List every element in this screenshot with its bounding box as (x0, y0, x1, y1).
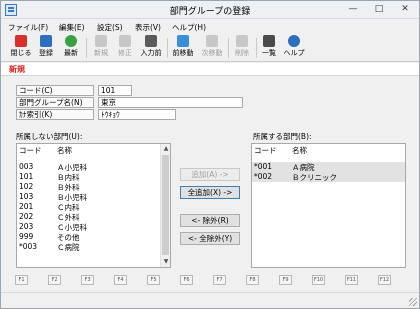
f1-key[interactable]: F1 (15, 275, 28, 285)
close-icon (15, 35, 27, 47)
status-bar (1, 292, 419, 308)
list-item[interactable]: *002 Ｂクリニック (252, 172, 405, 182)
toolbar-separator (228, 38, 229, 58)
list-header: コード 名称 (252, 144, 405, 155)
f11-key[interactable]: F11 (345, 275, 358, 285)
mode-bar: 新規 (1, 63, 419, 76)
down-arrow-icon (206, 35, 218, 47)
help-icon (288, 35, 300, 47)
group-name-input[interactable]: 東京 (98, 97, 243, 108)
list-icon (263, 35, 275, 47)
unassigned-list-label: 所属しない部門(U): (16, 132, 83, 141)
close-window-icon[interactable]: ✕ (393, 1, 417, 18)
toolbar-separator (167, 38, 168, 58)
kana-input[interactable]: ﾄｳｷｮｳ (98, 109, 176, 120)
revert-button[interactable]: 入力前 (138, 35, 164, 61)
edit-button[interactable]: 修正 (113, 35, 137, 61)
resize-grip-icon[interactable] (409, 298, 417, 306)
previous-button[interactable]: 前移動 (170, 35, 196, 61)
list-item[interactable]: *003 Ｃ病院 (17, 242, 170, 252)
mode-label: 新規 (9, 65, 25, 74)
delete-button[interactable]: 削除 (231, 35, 253, 61)
f5-key[interactable]: F5 (147, 275, 160, 285)
remove-all-button[interactable]: <- 全除外(Y) (180, 232, 240, 245)
menu-edit[interactable]: 編集(E) (59, 22, 85, 33)
list-item[interactable]: 103 Ｂ小児科 (17, 192, 170, 202)
column-code: コード (19, 146, 42, 155)
help-button[interactable]: ヘルプ (282, 35, 306, 61)
toolbar-separator (86, 38, 87, 58)
column-name: 名称 (57, 146, 72, 155)
refresh-icon (65, 35, 77, 47)
f9-key[interactable]: F9 (279, 275, 292, 285)
up-arrow-icon (177, 35, 189, 47)
f4-key[interactable]: F4 (114, 275, 127, 285)
kana-label: ｶﾅ索引(K) (16, 109, 94, 120)
list-item[interactable]: 102 Ｂ外科 (17, 182, 170, 192)
list-button[interactable]: 一覧 (259, 35, 279, 61)
edit-icon (119, 35, 131, 47)
function-key-bar: F1 F2 F3 F4 F5 F6 F7 F8 F9 F10 F11 F12 (1, 275, 419, 287)
close-button[interactable]: 閉じる (9, 35, 33, 61)
f7-key[interactable]: F7 (213, 275, 226, 285)
menu-bar: ファイル(F) 編集(E) 設定(S) 表示(V) ヘルプ(H) (1, 20, 419, 33)
remove-button[interactable]: <- 除外(R) (180, 214, 240, 227)
add-button[interactable]: 追加(A) -> (180, 168, 240, 181)
scroll-up-icon[interactable]: ▲ (161, 144, 170, 154)
list-item[interactable]: 203 Ｃ小児科 (17, 222, 170, 232)
menu-settings[interactable]: 設定(S) (97, 22, 123, 33)
assigned-departments-list[interactable]: コード 名称 *001 Ａ病院 *002 Ｂクリニック (251, 143, 406, 268)
list-item[interactable]: 999 その他 (17, 232, 170, 242)
list-item[interactable]: 201 Ｃ内科 (17, 202, 170, 212)
refresh-button[interactable]: 最新 (59, 35, 83, 61)
scroll-thumb[interactable] (162, 155, 169, 255)
maximize-icon[interactable]: □ (367, 1, 391, 18)
undo-icon (145, 35, 157, 47)
menu-file[interactable]: ファイル(F) (8, 22, 48, 33)
app-window: 部門グループの登録 — □ ✕ ファイル(F) 編集(E) 設定(S) 表示(V… (0, 0, 420, 309)
toolbar-separator (256, 38, 257, 58)
f2-key[interactable]: F2 (48, 275, 61, 285)
f8-key[interactable]: F8 (246, 275, 259, 285)
f6-key[interactable]: F6 (180, 275, 193, 285)
column-code: コード (254, 146, 277, 155)
list-item[interactable]: 101 Ｂ内科 (17, 172, 170, 182)
list-header: コード 名称 (17, 144, 170, 155)
new-button[interactable]: 新規 (89, 35, 113, 61)
menu-view[interactable]: 表示(V) (135, 22, 161, 33)
unassigned-departments-list[interactable]: コード 名称 003 Ａ小児科 101 Ｂ内科 102 Ｂ外科 103 Ｂ小児科 201… (16, 143, 171, 268)
title-bar[interactable]: 部門グループの登録 — □ ✕ (1, 1, 419, 19)
list-scrollbar[interactable]: ▲ ▼ (160, 144, 170, 267)
code-input[interactable]: 101 (98, 85, 132, 96)
column-name: 名称 (292, 146, 307, 155)
list-item[interactable]: 202 Ｃ外科 (17, 212, 170, 222)
f12-key[interactable]: F12 (378, 275, 391, 285)
scroll-down-icon[interactable]: ▼ (161, 257, 170, 267)
next-button[interactable]: 次移動 (199, 35, 225, 61)
f3-key[interactable]: F3 (81, 275, 94, 285)
code-label: コード(C) (16, 85, 94, 96)
toolbar: 閉じる 登録 最新 新規 修正 入力前 前移動 次移動 削除 一覧 ヘルプ (1, 34, 419, 62)
group-name-label: 部門グループ名(N) (16, 97, 94, 108)
save-button[interactable]: 登録 (35, 35, 57, 61)
delete-icon (236, 35, 248, 47)
list-item[interactable]: 003 Ａ小児科 (17, 162, 170, 172)
f10-key[interactable]: F10 (312, 275, 325, 285)
new-icon (95, 35, 107, 47)
add-all-button[interactable]: 全追加(X) -> (180, 186, 240, 199)
assigned-list-label: 所属する部門(B): (253, 132, 312, 141)
list-item[interactable]: *001 Ａ病院 (252, 162, 405, 172)
menu-help[interactable]: ヘルプ(H) (172, 22, 206, 33)
save-icon (40, 35, 52, 47)
minimize-icon[interactable]: — (341, 1, 365, 18)
